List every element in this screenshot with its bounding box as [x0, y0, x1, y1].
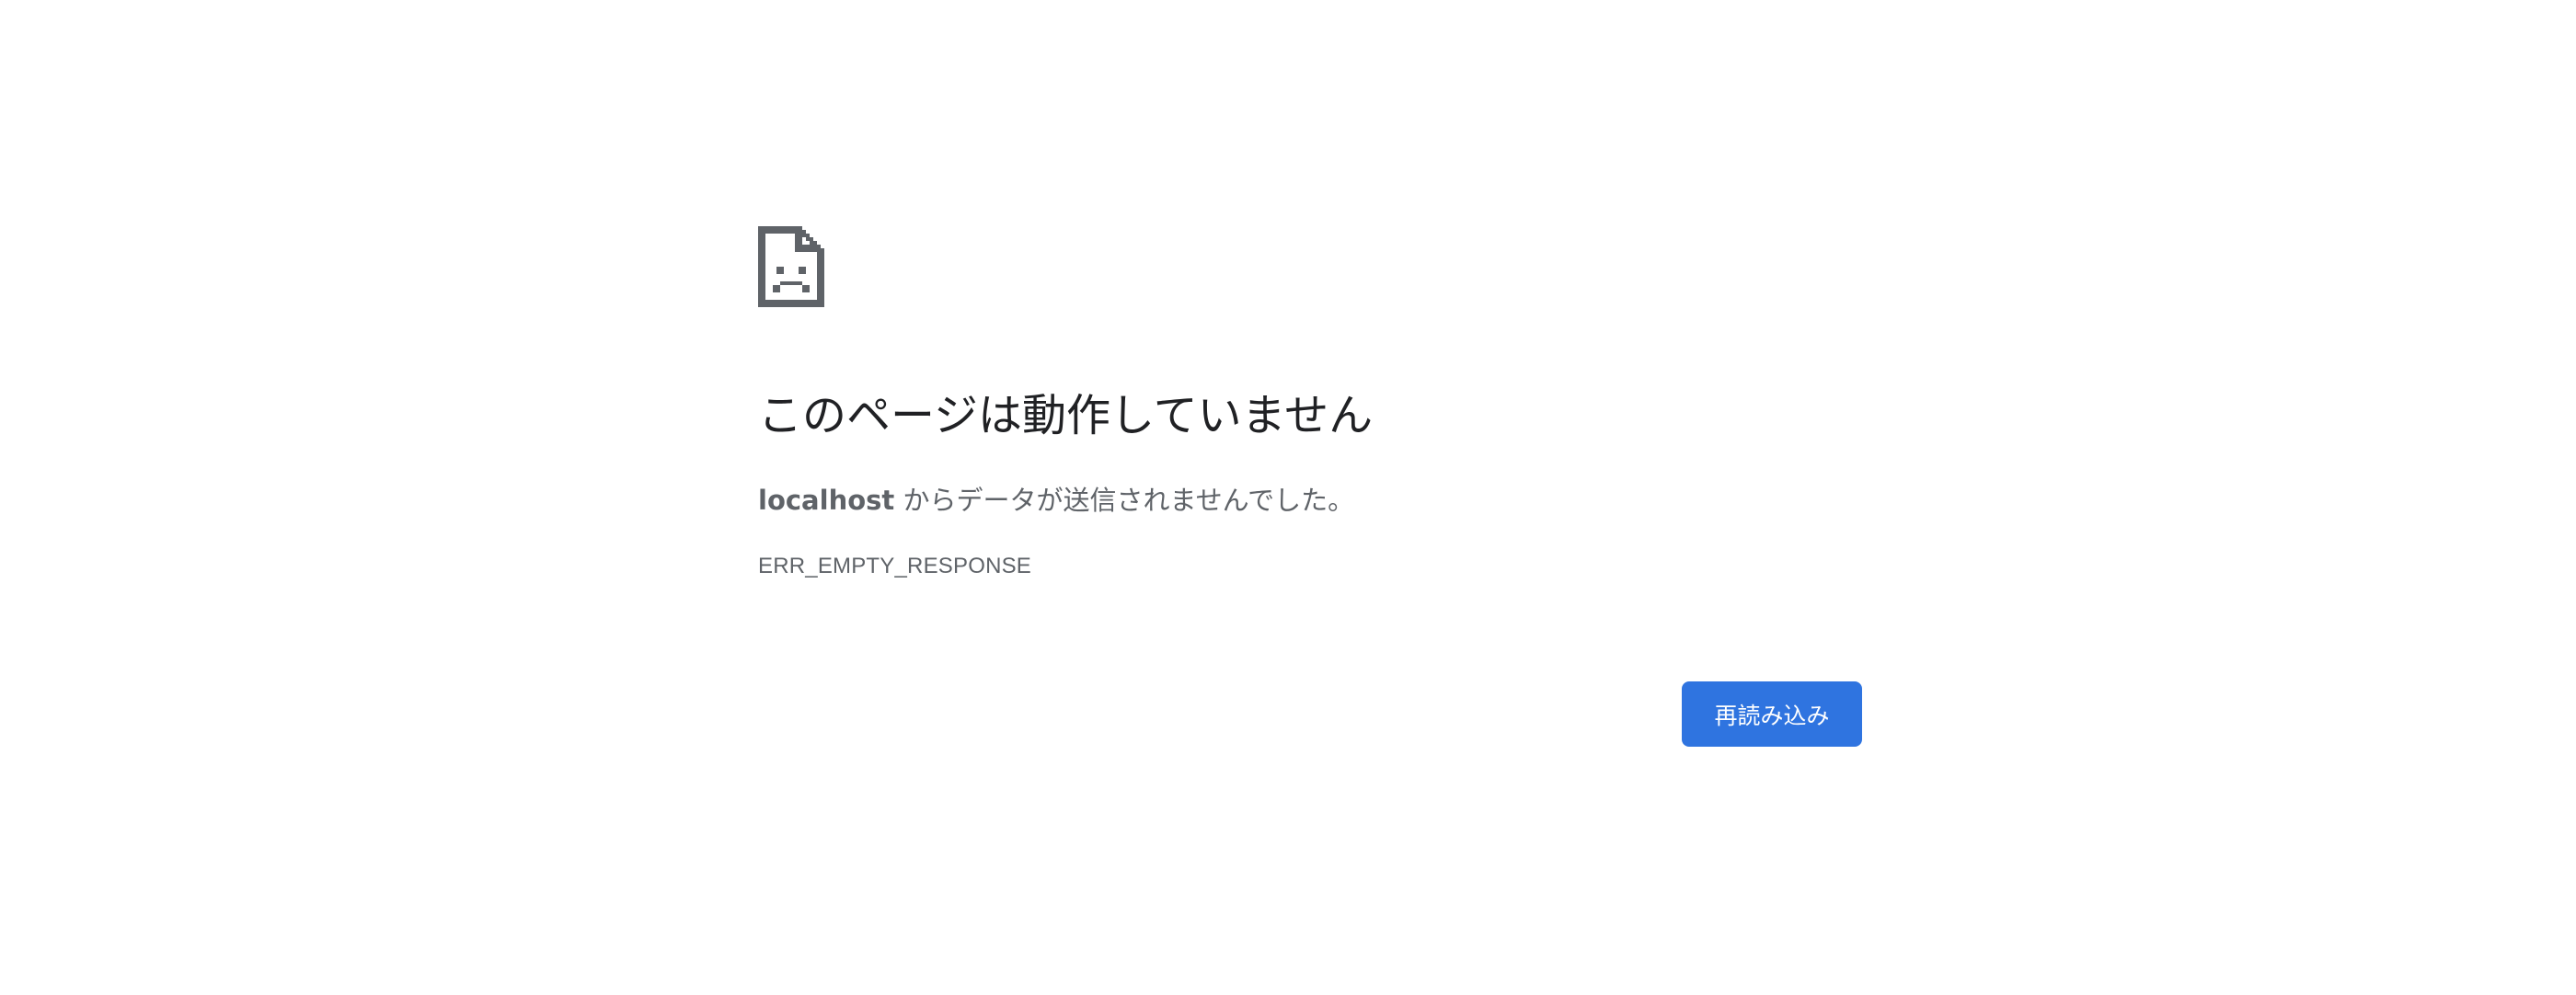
error-summary-text: からデータが送信されませんでした。 — [894, 485, 1355, 516]
error-summary: localhost からデータが送信されませんでした。 — [758, 482, 1354, 519]
error-code: ERR_EMPTY_RESPONSE — [758, 554, 1032, 578]
error-host: localhost — [758, 485, 895, 516]
error-page: このページは動作していません localhost からデータが送信されませんでし… — [0, 0, 2576, 995]
sad-page-icon — [758, 226, 824, 307]
reload-button[interactable]: 再読み込み — [1682, 681, 1862, 747]
error-content: このページは動作していません localhost からデータが送信されませんでし… — [758, 226, 1862, 578]
error-headline: このページは動作していません — [758, 390, 1374, 441]
